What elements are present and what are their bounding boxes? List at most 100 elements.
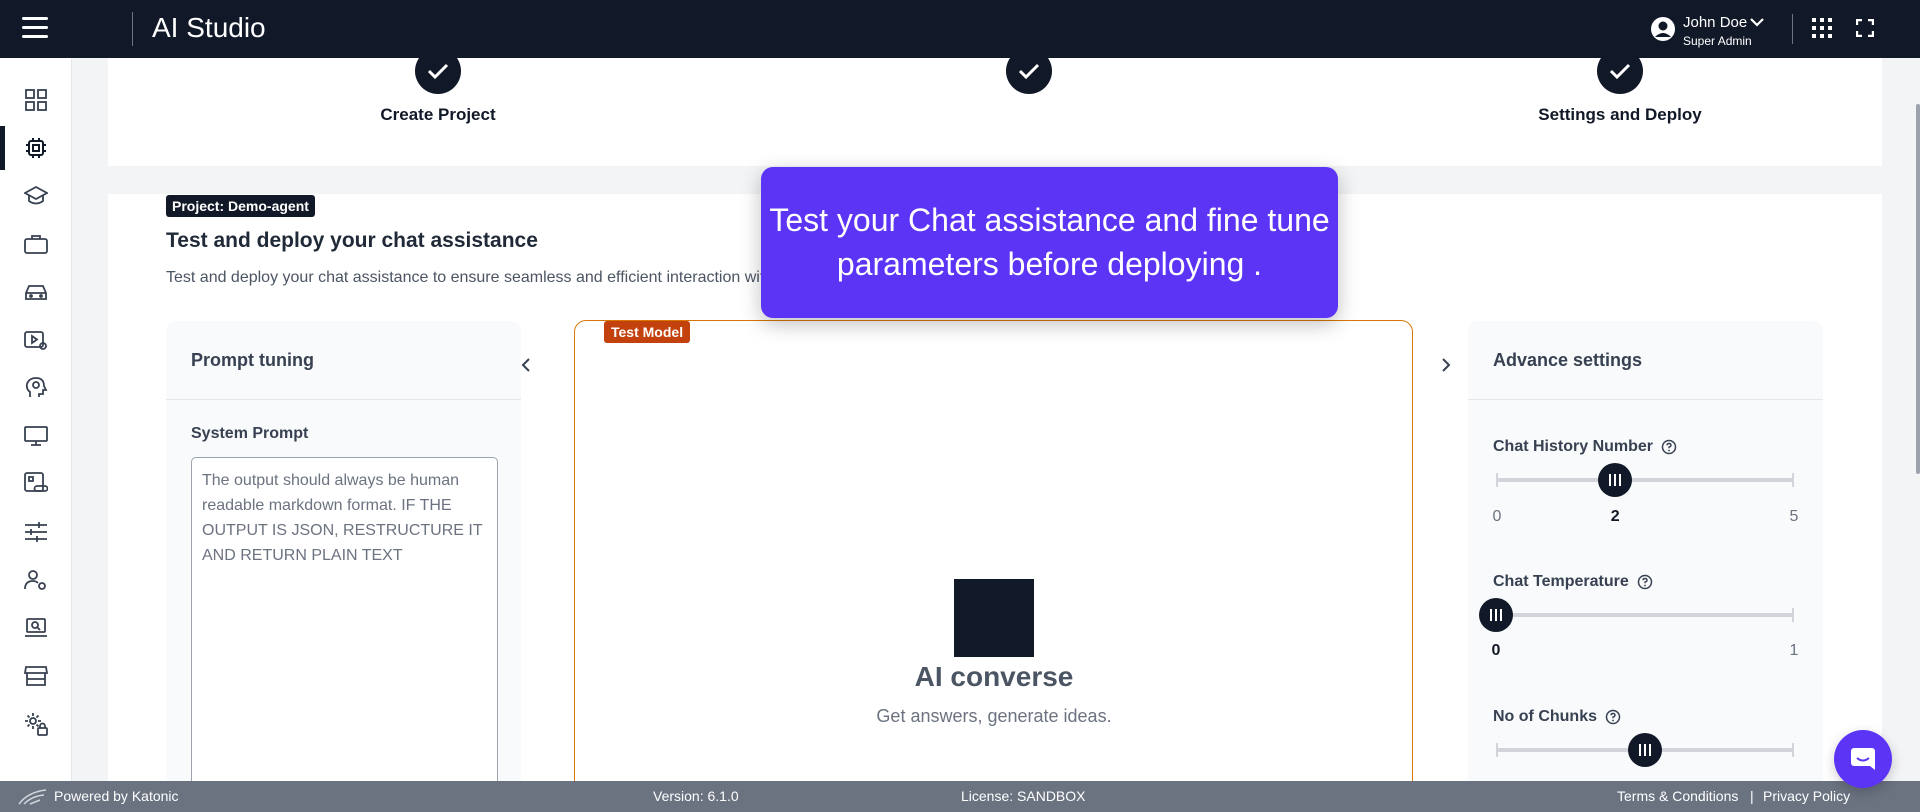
user-menu[interactable]: John Doe Super Admin	[1650, 14, 1764, 48]
video-settings-icon	[24, 331, 47, 350]
top-bar: AI Studio John Doe Super Admin	[0, 0, 1920, 58]
sidebar	[0, 58, 72, 781]
user-name: John Doe	[1683, 14, 1748, 31]
footer: Powered by Katonic Version: 6.1.0 Licens…	[0, 781, 1920, 812]
powered-by: Powered by Katonic	[54, 788, 179, 804]
prompt-tuning-title: Prompt tuning	[191, 350, 314, 370]
privacy-link[interactable]: Privacy Policy	[1763, 788, 1850, 804]
check-icon	[1018, 63, 1040, 80]
katonic-logo-icon	[18, 789, 47, 805]
onboarding-tooltip: Test your Chat assistance and fine tune …	[761, 167, 1338, 318]
sidebar-item-ai[interactable]	[0, 366, 72, 410]
sidebar-item-models[interactable]	[0, 126, 72, 170]
app-title: AI Studio	[152, 12, 266, 43]
sidebar-item-monitor[interactable]	[0, 414, 72, 458]
slider-tick	[1496, 743, 1498, 757]
version: Version: 6.1.0	[653, 788, 739, 804]
prompt-tuning-panel: Prompt tuning System Prompt The output s…	[166, 321, 521, 781]
chat-support-button[interactable]	[1834, 730, 1892, 788]
dashboard-icon	[25, 89, 47, 111]
user-role: Super Admin	[1683, 34, 1752, 48]
advance-settings-title: Advance settings	[1493, 350, 1643, 370]
step-1-check	[415, 58, 461, 94]
main-content: Create Project Settings and Deploy Proje…	[72, 58, 1916, 781]
step-2-check	[1006, 58, 1052, 94]
menu-icon[interactable]	[22, 17, 48, 39]
sidebar-item-projects[interactable]	[0, 222, 72, 266]
sidebar-item-store[interactable]	[0, 654, 72, 698]
store-icon	[24, 666, 48, 686]
briefcase-icon	[24, 235, 48, 254]
chat-history-slider-thumb[interactable]	[1598, 463, 1633, 497]
chat-history-min: 0	[1492, 508, 1502, 525]
chunks-slider[interactable]	[1496, 733, 1794, 767]
slider-tick	[1496, 473, 1498, 487]
chat-history-label: Chat History Number	[1493, 438, 1677, 456]
slider-tick	[1792, 608, 1794, 622]
chat-temperature-slider-thumb[interactable]	[1479, 598, 1513, 632]
sidebar-item-admin[interactable]	[0, 702, 72, 746]
chat-temperature-slider[interactable]	[1479, 598, 1794, 632]
collapse-left-button[interactable]	[513, 350, 539, 380]
car-icon	[25, 285, 47, 300]
ai-converse-title: AI converse	[914, 661, 1074, 692]
chat-temperature-label-text: Chat Temperature	[1493, 573, 1629, 590]
graduation-cap-icon	[24, 185, 48, 205]
sidebar-item-learning[interactable]	[0, 174, 72, 218]
sidebar-item-dashboard[interactable]	[0, 78, 72, 122]
monitor-icon	[24, 426, 48, 446]
system-prompt-label: System Prompt	[191, 425, 309, 442]
footer-separator: |	[1750, 788, 1754, 804]
chat-temperature-value: 0	[1491, 642, 1501, 659]
sliders-icon	[25, 522, 47, 542]
collapse-right-button[interactable]	[1433, 350, 1459, 380]
sidebar-item-search[interactable]	[0, 606, 72, 650]
sidebar-item-media[interactable]	[0, 318, 72, 362]
license: License: SANDBOX	[961, 788, 1086, 804]
stepper: Create Project Settings and Deploy	[108, 58, 1882, 166]
topbar-divider-right	[1792, 14, 1793, 44]
step-1-label: Create Project	[380, 105, 496, 124]
divider	[1468, 399, 1823, 400]
user-gear-icon	[24, 570, 46, 590]
ai-converse-subtitle: Get answers, generate ideas.	[876, 706, 1112, 726]
app-link-icon	[24, 472, 48, 492]
chunks-slider-thumb[interactable]	[1628, 733, 1662, 767]
chat-bubble-icon	[1851, 748, 1875, 770]
chat-history-value: 2	[1610, 508, 1620, 525]
laptop-search-icon	[25, 618, 47, 637]
sidebar-item-apps[interactable]	[0, 462, 72, 506]
step-3-label: Settings and Deploy	[1538, 105, 1702, 124]
check-icon	[427, 63, 449, 80]
sidebar-item-tuning[interactable]	[0, 510, 72, 554]
user-avatar-icon	[1651, 17, 1675, 41]
chunks-label-text: No of Chunks	[1493, 708, 1597, 725]
chat-temperature-label: Chat Temperature	[1493, 573, 1653, 591]
check-icon	[1609, 63, 1631, 80]
chevron-left-icon	[521, 358, 530, 372]
help-icon[interactable]	[1661, 439, 1677, 455]
system-prompt-input[interactable]: The output should always be human readab…	[191, 457, 498, 781]
chat-history-label-text: Chat History Number	[1493, 438, 1654, 455]
terms-link[interactable]: Terms & Conditions	[1617, 788, 1738, 804]
apps-grid-icon[interactable]	[1812, 18, 1832, 38]
project-badge: Project: Demo-agent	[166, 195, 315, 217]
chat-history-slider[interactable]	[1496, 463, 1794, 497]
page-scrollbar[interactable]	[1916, 58, 1920, 781]
chevron-right-icon	[1442, 358, 1451, 372]
chat-temperature-max: 1	[1789, 642, 1799, 659]
page-description: Test and deploy your chat assistance to …	[166, 269, 822, 286]
sidebar-item-deploy[interactable]	[0, 270, 72, 314]
sidebar-item-users[interactable]	[0, 558, 72, 602]
help-icon[interactable]	[1605, 709, 1621, 725]
scrollbar-thumb[interactable]	[1916, 104, 1920, 474]
chunks-label: No of Chunks	[1493, 708, 1621, 726]
test-model-badge: Test Model	[604, 321, 691, 343]
ai-converse-logo	[954, 579, 1034, 657]
page-heading: Test and deploy your chat assistance	[166, 229, 538, 252]
chevron-down-icon[interactable]	[1750, 17, 1764, 27]
fullscreen-icon[interactable]	[1856, 19, 1874, 37]
divider	[166, 399, 521, 400]
advance-settings-panel: Advance settings Chat History Number 0 2…	[1468, 321, 1823, 781]
help-icon[interactable]	[1637, 574, 1653, 590]
